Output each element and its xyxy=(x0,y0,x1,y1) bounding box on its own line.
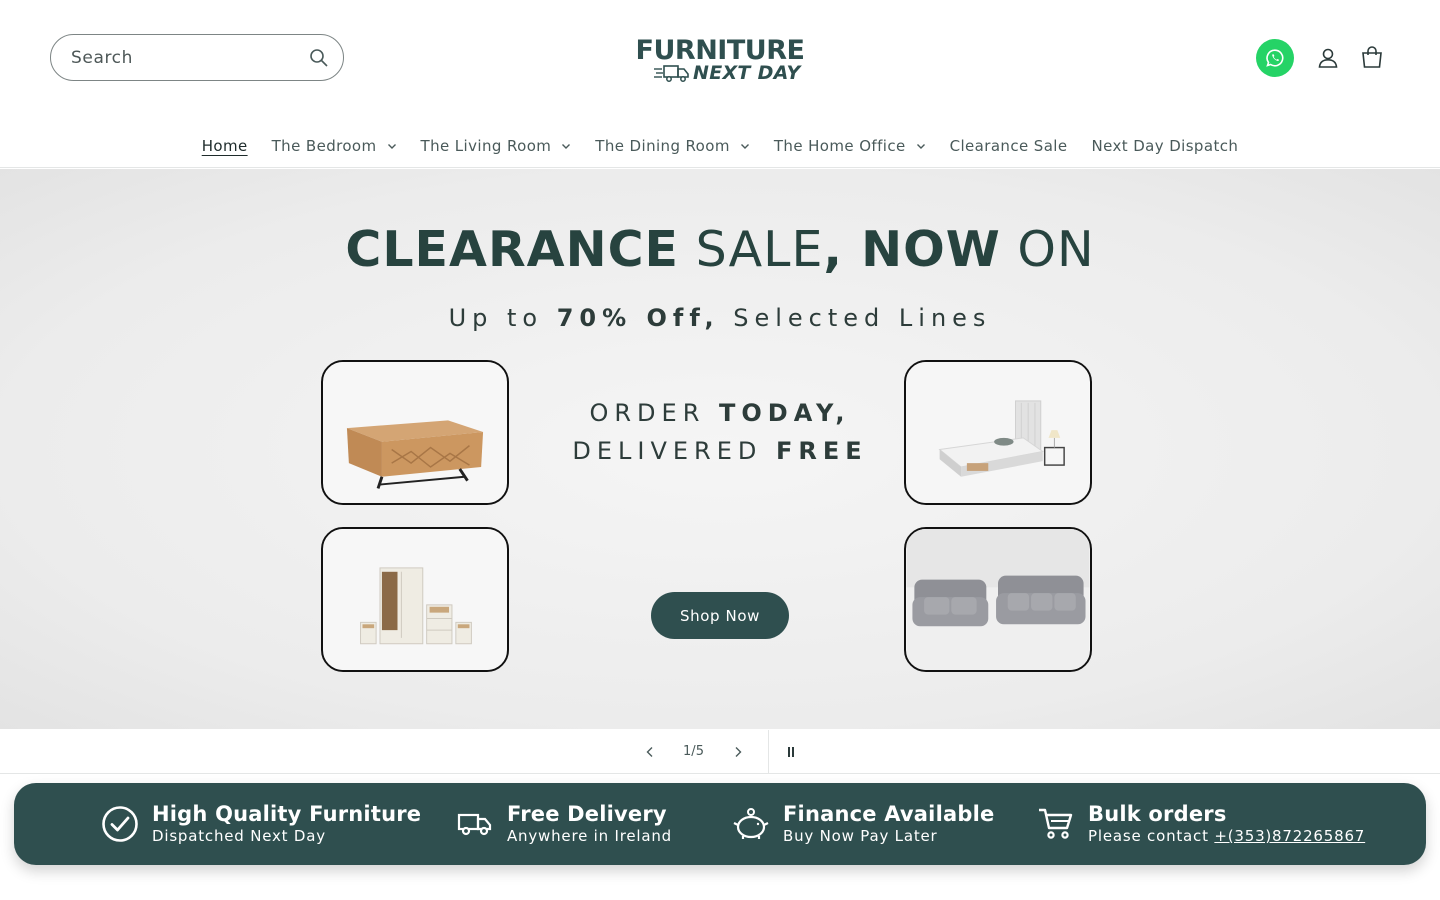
nav-label: Clearance Sale xyxy=(949,136,1068,155)
feature-subtitle: Anywhere in Ireland xyxy=(507,827,673,845)
chevron-down-icon xyxy=(562,143,571,149)
truck-icon xyxy=(455,804,495,844)
nav-item-next-day-dispatch[interactable]: Next Day Dispatch xyxy=(1080,124,1251,168)
product-image-wardrobe-set xyxy=(321,527,509,672)
slide-total: 5 xyxy=(695,744,704,759)
product-image-sofas xyxy=(904,527,1092,672)
feature-subtitle: Buy Now Pay Later xyxy=(783,827,938,845)
whatsapp-button[interactable] xyxy=(1256,39,1294,77)
chevron-down-icon xyxy=(916,143,925,149)
search-placeholder: Search xyxy=(71,47,134,68)
hero-order-text: ORDER TODAY, DELIVERED FREE xyxy=(0,394,1440,470)
feature-subtitle: Please contact +(353)872265867 xyxy=(1088,826,1365,846)
slider-controls: 1/5 xyxy=(0,729,1440,774)
contact-prefix: Please contact xyxy=(1088,827,1215,845)
feature-title: Bulk orders xyxy=(1088,802,1227,826)
feature-bulk-orders: Bulk orders Please contact +(353)8722658… xyxy=(1036,783,1365,865)
chevron-right-icon xyxy=(735,746,741,757)
whatsapp-icon xyxy=(1266,49,1284,67)
piggy-bank-icon xyxy=(731,804,771,844)
feature-subtitle: Dispatched Next Day xyxy=(152,827,326,845)
order-part: ORDER xyxy=(589,399,719,427)
nav-label: Home xyxy=(201,136,248,155)
cart-icon xyxy=(1036,804,1076,844)
nav-label: Next Day Dispatch xyxy=(1091,136,1239,155)
pause-icon xyxy=(787,746,794,757)
check-circle-icon xyxy=(100,804,140,844)
product-image-coffee-table xyxy=(321,360,509,505)
nav-label: The Dining Room xyxy=(595,136,730,155)
hero-title-part: , NOW xyxy=(823,221,1001,278)
main-nav: Home The Bedroom The Living Room The Din… xyxy=(0,124,1440,168)
nav-item-the-home-office[interactable]: The Home Office xyxy=(762,124,938,168)
hero-title-part: SALE xyxy=(679,221,824,278)
shop-now-button[interactable]: Shop Now xyxy=(651,592,789,639)
feature-delivery: Free Delivery Anywhere in Ireland xyxy=(455,783,672,865)
hero-sub-part: Selected Lines xyxy=(719,304,992,332)
search-icon[interactable] xyxy=(307,46,331,70)
order-part: TODAY, xyxy=(719,399,851,427)
phone-link[interactable]: +(353)872265867 xyxy=(1214,827,1365,845)
delivery-truck-logo-icon xyxy=(654,65,689,82)
order-part: FREE xyxy=(775,437,868,465)
chevron-down-icon xyxy=(740,143,749,149)
hero-sub-part: 70% Off, xyxy=(556,304,720,332)
nav-item-clearance-sale[interactable]: Clearance Sale xyxy=(938,124,1080,168)
features-bar: High Quality Furniture Dispatched Next D… xyxy=(14,783,1426,865)
feature-quality: High Quality Furniture Dispatched Next D… xyxy=(100,783,421,865)
search-input[interactable]: Search xyxy=(50,34,344,81)
order-part: DELIVERED xyxy=(572,437,776,465)
cart-icon[interactable] xyxy=(1360,45,1384,71)
product-image-bed xyxy=(904,360,1092,505)
site-header: Search FURNITURE NEXT DAY xyxy=(0,0,1440,116)
site-logo[interactable]: FURNITURE NEXT DAY xyxy=(626,36,814,86)
nav-item-the-dining-room[interactable]: The Dining Room xyxy=(583,124,762,168)
hero-title-part: ON xyxy=(1000,221,1095,278)
feature-title: High Quality Furniture xyxy=(152,802,422,826)
nav-label: The Living Room xyxy=(420,136,552,155)
feature-title: Finance Available xyxy=(783,802,995,826)
hero-subtitle: Up to 70% Off, Selected Lines xyxy=(0,304,1440,332)
feature-title: Free Delivery xyxy=(507,802,667,826)
chevron-left-icon xyxy=(646,746,652,757)
nav-item-home[interactable]: Home xyxy=(190,124,260,168)
nav-label: The Bedroom xyxy=(271,136,377,155)
nav-label: The Home Office xyxy=(773,136,906,155)
hero-sub-part: Up to xyxy=(448,304,557,332)
pause-divider xyxy=(767,729,813,774)
chevron-down-icon xyxy=(387,143,396,149)
pause-slideshow-button[interactable] xyxy=(769,730,813,774)
logo-line2: NEXT DAY xyxy=(693,62,801,84)
hero-title: CLEARANCE SALE, NOW ON xyxy=(0,221,1440,278)
next-slide-button[interactable] xyxy=(716,730,760,774)
feature-finance: Finance Available Buy Now Pay Later xyxy=(731,783,994,865)
hero-banner: CLEARANCE SALE, NOW ON Up to 70% Off, Se… xyxy=(0,169,1440,729)
nav-item-the-bedroom[interactable]: The Bedroom xyxy=(260,124,409,168)
previous-slide-button[interactable] xyxy=(628,730,672,774)
hero-title-part: CLEARANCE xyxy=(345,221,680,278)
slide-counter: 1/5 xyxy=(672,744,716,759)
account-icon[interactable] xyxy=(1316,45,1340,71)
nav-item-the-living-room[interactable]: The Living Room xyxy=(409,124,584,168)
